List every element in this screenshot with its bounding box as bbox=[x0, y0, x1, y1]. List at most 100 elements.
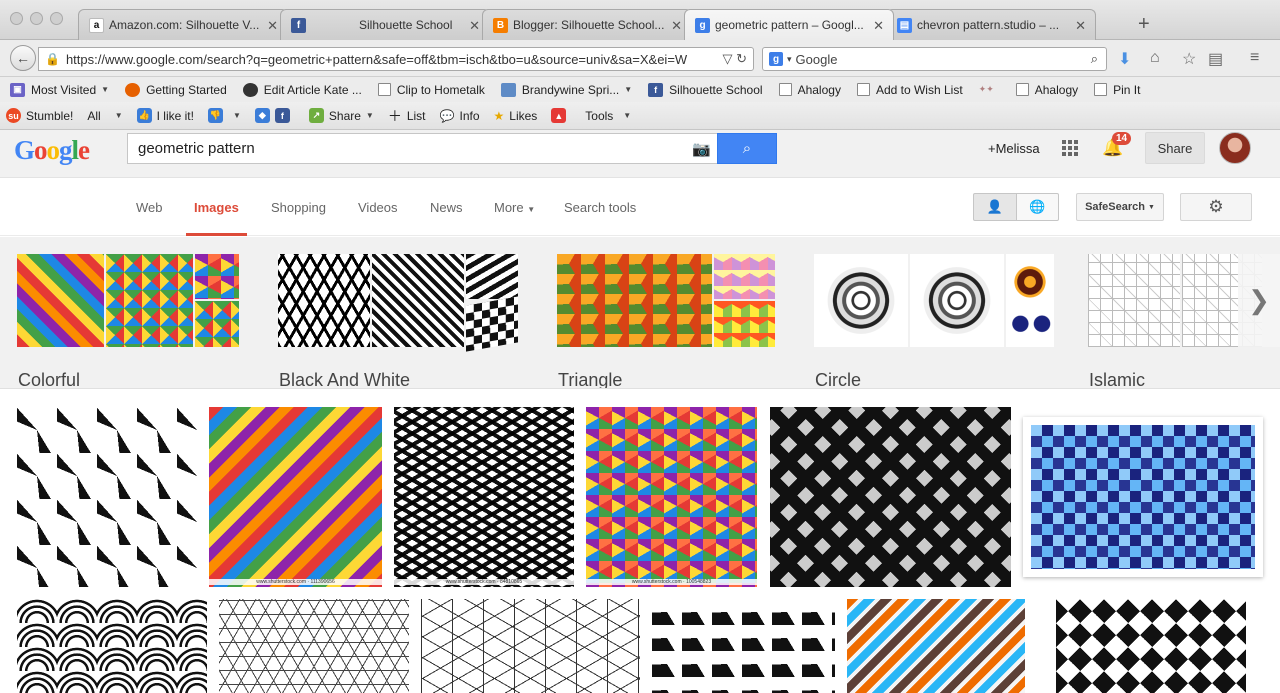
list-button[interactable]: ＋ List bbox=[388, 106, 426, 126]
related-black-and-white[interactable]: Black And White bbox=[278, 254, 518, 388]
image-result[interactable]: www.shutterstock.com · 84810865 bbox=[394, 407, 574, 587]
image-result[interactable] bbox=[652, 599, 835, 693]
reload-icon[interactable]: ▽ ↻ bbox=[722, 51, 747, 67]
google-logo[interactable]: Google bbox=[14, 135, 90, 166]
apps-grid-icon[interactable] bbox=[1062, 140, 1078, 156]
related-islamic[interactable]: Islamic bbox=[1088, 254, 1262, 388]
home-icon[interactable]: ⌂ bbox=[1150, 49, 1160, 67]
tab-shopping[interactable]: Shopping bbox=[271, 200, 326, 215]
browser-tab-chevron[interactable]: ▤ chevron pattern.studio – ... ✕ bbox=[886, 9, 1096, 40]
notification-count-badge[interactable]: 14 bbox=[1112, 132, 1132, 145]
image-result[interactable] bbox=[1023, 417, 1263, 577]
bookmark-silhouette-school[interactable]: f Silhouette School bbox=[648, 82, 763, 97]
related-triangle[interactable]: Triangle bbox=[557, 254, 775, 388]
bookmark-label: Ahalogy bbox=[1034, 82, 1079, 97]
chevron-right-icon[interactable]: ❯ bbox=[1238, 254, 1280, 347]
minimize-window-button[interactable] bbox=[30, 12, 43, 25]
tab-images[interactable]: Images bbox=[194, 200, 239, 215]
back-button[interactable]: ← bbox=[10, 45, 36, 71]
bookmark-getting-started[interactable]: Getting Started bbox=[125, 82, 227, 97]
new-tab-button[interactable]: + bbox=[1138, 13, 1150, 36]
tab-more[interactable]: More ▼ bbox=[494, 200, 535, 215]
image-result[interactable] bbox=[421, 599, 640, 693]
dislike-button[interactable]: 👎 ▼ bbox=[207, 108, 241, 123]
tab-news[interactable]: News bbox=[430, 200, 463, 215]
bookmark-brandywine[interactable]: Brandywine Spri... ▼ bbox=[500, 82, 632, 97]
tools-dropdown[interactable]: Tools ▼ bbox=[585, 109, 631, 123]
image-result[interactable] bbox=[219, 599, 409, 693]
page-icon bbox=[377, 83, 391, 96]
reading-list-icon[interactable]: ▤ bbox=[1208, 49, 1223, 69]
search-icon[interactable]: ⌕ bbox=[1091, 51, 1098, 67]
browser-search-box[interactable]: g ▾ Google ⌕ bbox=[762, 47, 1107, 71]
google-search-button[interactable]: ⌕ bbox=[717, 133, 777, 164]
zoom-window-button[interactable] bbox=[50, 12, 63, 25]
bookmark-add-to-wish-list[interactable]: Add to Wish List bbox=[856, 83, 963, 97]
bookmark-star-icon[interactable]: ☆ bbox=[1182, 49, 1196, 69]
bookmark-edit-article[interactable]: Edit Article Kate ... bbox=[242, 82, 362, 97]
bookmark-pin-it[interactable]: Pin It bbox=[1094, 83, 1140, 97]
bookmark-unnamed[interactable]: ✦✦ bbox=[979, 84, 994, 95]
user-profile-link[interactable]: +Melissa bbox=[988, 141, 1040, 156]
camera-icon[interactable]: 📷 bbox=[692, 140, 711, 158]
image-result[interactable]: www.shutterstock.com · 100548823 bbox=[586, 407, 757, 587]
image-result[interactable] bbox=[1056, 599, 1246, 693]
tab-title: chevron pattern.studio – ... bbox=[917, 18, 1060, 32]
tab-close-icon[interactable]: ✕ bbox=[469, 18, 480, 34]
facebook-favicon-icon: f bbox=[291, 18, 306, 33]
address-bar[interactable]: 🔒 https://www.google.com/search?q=geomet… bbox=[38, 47, 754, 71]
bookmark-ahalogy[interactable]: Ahalogy bbox=[778, 83, 841, 97]
tab-close-icon[interactable]: ✕ bbox=[671, 18, 682, 34]
globe-filter-icon[interactable]: 🌐 bbox=[1016, 193, 1059, 221]
image-result[interactable] bbox=[770, 407, 1011, 587]
browser-tab-google[interactable]: g geometric pattern – Googl... ✕ bbox=[684, 9, 894, 40]
share-label: Share bbox=[328, 108, 361, 123]
google-search-input[interactable]: geometric pattern 📷 bbox=[127, 133, 717, 164]
close-window-button[interactable] bbox=[10, 12, 23, 25]
tab-videos[interactable]: Videos bbox=[358, 200, 398, 215]
bookmark-clip-to-hometalk[interactable]: Clip to Hometalk bbox=[377, 83, 485, 97]
url-text: https://www.google.com/search?q=geometri… bbox=[65, 51, 688, 67]
triangle-thumbnail bbox=[714, 301, 775, 347]
tab-search-tools[interactable]: Search tools bbox=[564, 200, 636, 215]
image-result[interactable]: www.shutterstock.com · 111390656 bbox=[209, 407, 382, 587]
tab-title: Blogger: Silhouette School... bbox=[513, 18, 665, 32]
person-filter-icon[interactable]: 👤 bbox=[973, 193, 1017, 221]
info-button[interactable]: 💬 Info bbox=[440, 109, 480, 123]
all-dropdown[interactable]: All ▼ bbox=[87, 109, 122, 123]
info-label: Info bbox=[459, 108, 480, 123]
likes-button[interactable]: ★ Likes bbox=[494, 109, 538, 123]
tag-button[interactable]: ◆ f bbox=[254, 108, 295, 123]
downloads-icon[interactable]: ⬇ bbox=[1118, 49, 1131, 69]
document-favicon-icon: ▤ bbox=[897, 18, 912, 33]
profile-button[interactable]: ▲ bbox=[551, 108, 571, 123]
bookmark-ahalogy-2[interactable]: Ahalogy bbox=[1015, 82, 1079, 97]
related-colorful[interactable]: Colorful bbox=[17, 254, 239, 388]
engine-dropdown-icon[interactable]: ▾ bbox=[787, 54, 792, 65]
stumbleupon-toolbar: su Stumble! All ▼ 👍 I like it! 👎 ▼ ◆ f ↗ S… bbox=[0, 102, 1280, 130]
google-share-button[interactable]: Share bbox=[1145, 132, 1205, 164]
browser-tab-facebook[interactable]: f Silhouette School ✕ bbox=[280, 9, 490, 40]
image-result[interactable] bbox=[17, 599, 207, 693]
tab-web[interactable]: Web bbox=[136, 200, 163, 215]
menu-icon[interactable]: ≡ bbox=[1250, 49, 1259, 67]
tab-close-icon[interactable]: ✕ bbox=[1075, 18, 1086, 34]
tab-close-icon[interactable]: ✕ bbox=[873, 18, 884, 34]
gear-icon[interactable]: ⚙ bbox=[1180, 193, 1252, 221]
tab-close-icon[interactable]: ✕ bbox=[267, 18, 278, 34]
image-result[interactable] bbox=[847, 599, 1025, 693]
like-button[interactable]: 👍 I like it! bbox=[136, 108, 194, 123]
related-circle[interactable]: Circle bbox=[814, 254, 1054, 388]
chevron-down-icon: ▼ bbox=[527, 205, 536, 214]
bookmark-most-visited[interactable]: ▣ Most Visited ▼ bbox=[10, 82, 109, 97]
chevron-down-icon: ▼ bbox=[114, 111, 123, 120]
share-button[interactable]: ↗ Share ▼ bbox=[308, 108, 374, 123]
browser-tab-blogger[interactable]: B Blogger: Silhouette School... ✕ bbox=[482, 9, 692, 40]
image-result[interactable] bbox=[17, 407, 197, 587]
browser-tab-amazon[interactable]: a Amazon.com: Silhouette V... ✕ bbox=[78, 9, 288, 40]
stumble-button[interactable]: su Stumble! bbox=[6, 108, 73, 123]
avatar[interactable] bbox=[1219, 132, 1251, 164]
google-engine-icon[interactable]: g bbox=[769, 52, 783, 66]
safesearch-dropdown[interactable]: SafeSearch ▼ bbox=[1076, 193, 1164, 221]
related-label: Triangle bbox=[558, 370, 623, 389]
